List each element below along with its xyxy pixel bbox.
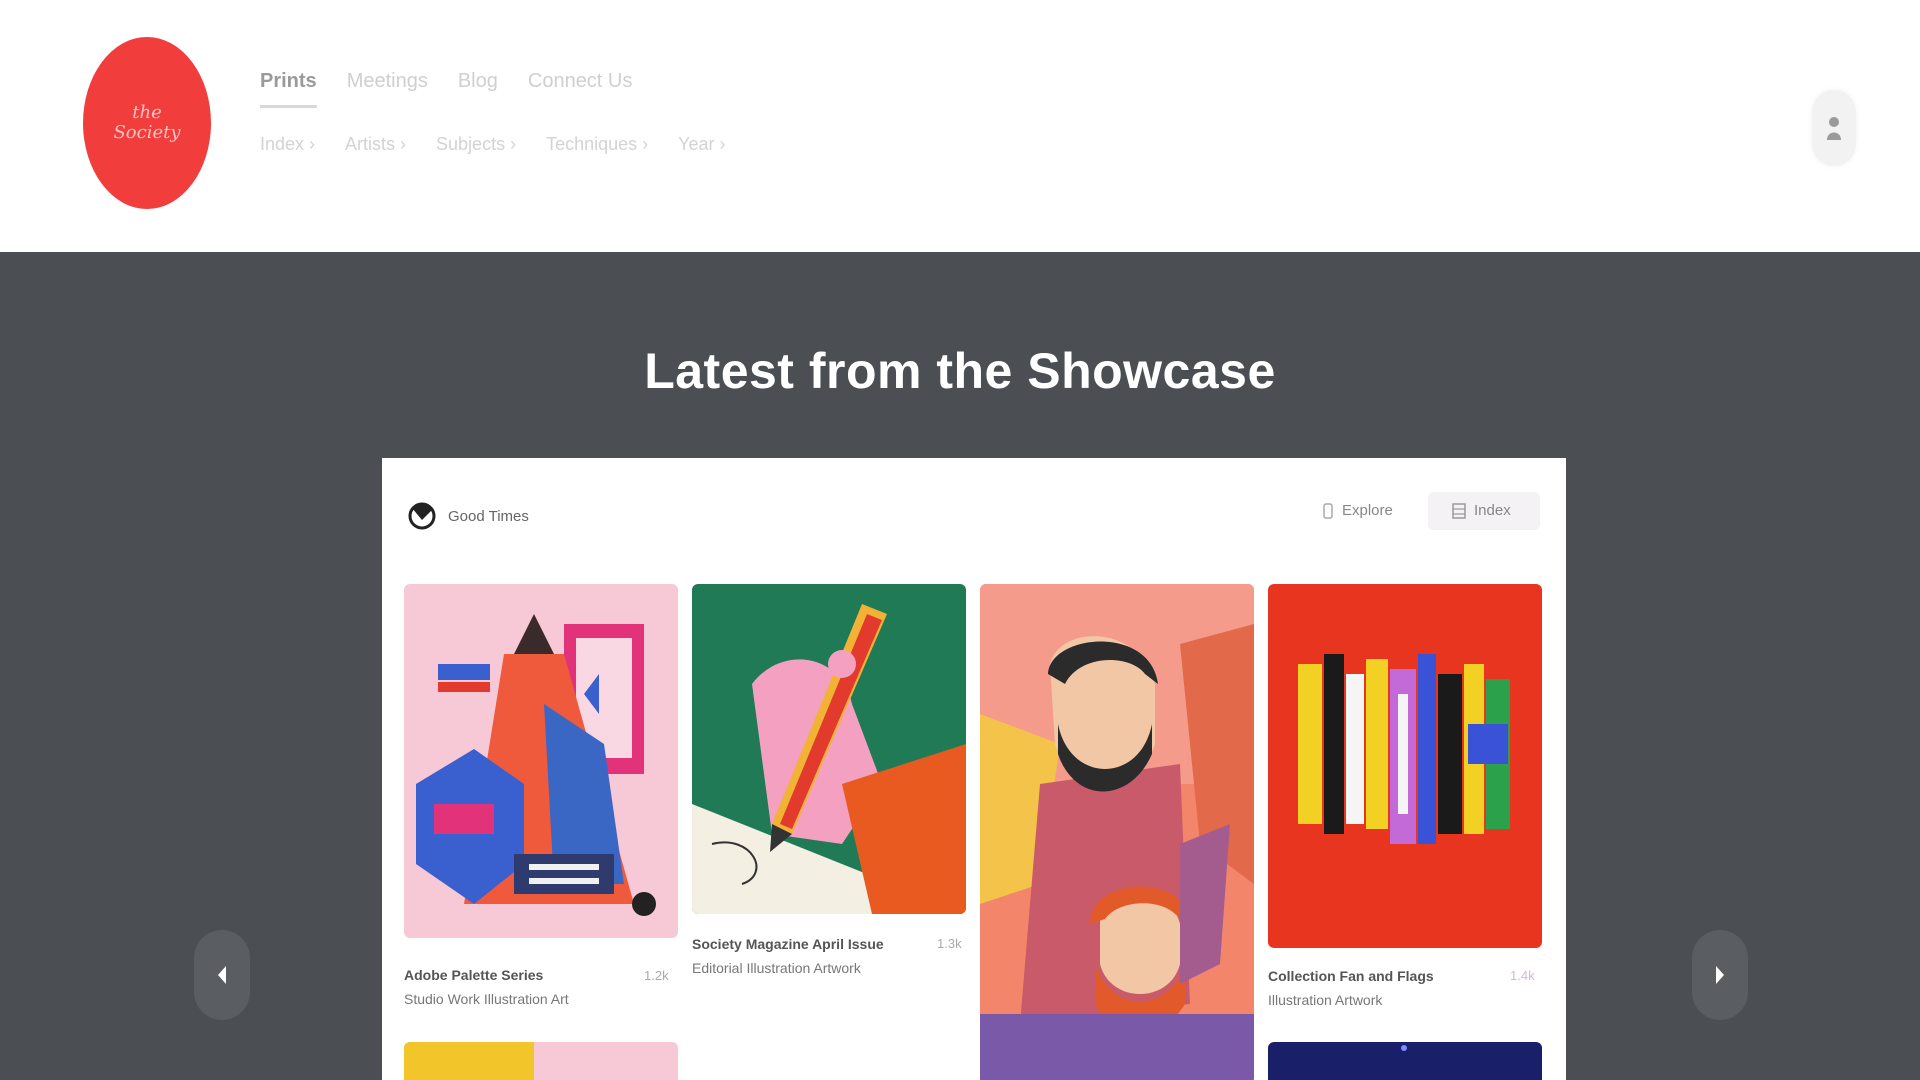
chevron-right-icon	[1716, 966, 1724, 984]
artwork-4	[1268, 584, 1542, 948]
filter-artists[interactable]: Artists ›	[345, 134, 406, 155]
logo-text: the Society	[113, 102, 181, 143]
user-button[interactable]	[1812, 90, 1856, 166]
showcase-panel: Good Times Explore Index Adobe Palette S…	[382, 458, 1566, 1080]
user-icon	[1827, 117, 1841, 140]
brand-mark-icon	[408, 502, 436, 530]
nav-item-blog[interactable]: Blog	[458, 70, 498, 108]
card-subtitle-2: Editorial Illustration Artwork	[692, 960, 861, 976]
card-subtitle-1: Studio Work Illustration Art	[404, 991, 569, 1007]
site-logo[interactable]: the Society	[83, 37, 211, 209]
card-image-4[interactable]	[1268, 584, 1542, 948]
index-label: Index	[1474, 502, 1511, 519]
showcase-title: Latest from the Showcase	[644, 343, 1276, 399]
filter-index[interactable]: Index ›	[260, 134, 315, 155]
artwork-2	[692, 584, 966, 914]
chevron-left-icon	[218, 966, 226, 984]
card-count-1: 1.2k	[644, 968, 669, 983]
card-title-4[interactable]: Collection Fan and Flags	[1268, 968, 1434, 984]
primary-nav: Prints Meetings Blog Connect Us	[260, 70, 632, 108]
brand-name: Good Times	[448, 507, 529, 525]
site-header: the Society Prints Meetings Blog Connect…	[0, 0, 1920, 252]
panel-toolbar: Good Times Explore Index	[382, 458, 1566, 568]
nav-item-connect[interactable]: Connect Us	[528, 70, 633, 108]
explore-label: Explore	[1342, 502, 1393, 519]
artwork-1	[404, 584, 678, 938]
artwork-3	[980, 584, 1254, 1080]
carousel-prev-button[interactable]	[194, 930, 250, 1020]
filter-techniques[interactable]: Techniques ›	[546, 134, 648, 155]
card-image-5[interactable]	[404, 1042, 678, 1080]
card-image-3[interactable]	[980, 584, 1254, 1080]
carousel-next-button[interactable]	[1692, 930, 1748, 1020]
card-image-2[interactable]	[692, 584, 966, 914]
card-image-1[interactable]	[404, 584, 678, 938]
card-image-6[interactable]	[1268, 1042, 1542, 1080]
secondary-nav: Index › Artists › Subjects › Techniques …	[260, 134, 726, 155]
filter-subjects[interactable]: Subjects ›	[436, 134, 516, 155]
artwork-5	[404, 1042, 678, 1080]
explore-button[interactable]: Explore	[1322, 502, 1393, 519]
grid-icon	[1452, 502, 1466, 519]
panel-brand[interactable]: Good Times	[408, 498, 529, 534]
card-title-2[interactable]: Society Magazine April Issue	[692, 936, 884, 952]
nav-item-meetings[interactable]: Meetings	[347, 70, 428, 108]
artwork-6	[1268, 1042, 1542, 1080]
card-count-2: 1.3k	[937, 936, 962, 951]
nav-item-prints[interactable]: Prints	[260, 70, 317, 108]
filter-year[interactable]: Year ›	[678, 134, 725, 155]
explore-icon	[1323, 502, 1333, 519]
card-title-1[interactable]: Adobe Palette Series	[404, 967, 543, 983]
card-count-4: 1.4k	[1510, 968, 1535, 983]
card-subtitle-4: Illustration Artwork	[1268, 992, 1383, 1008]
index-button[interactable]: Index	[1452, 502, 1511, 519]
